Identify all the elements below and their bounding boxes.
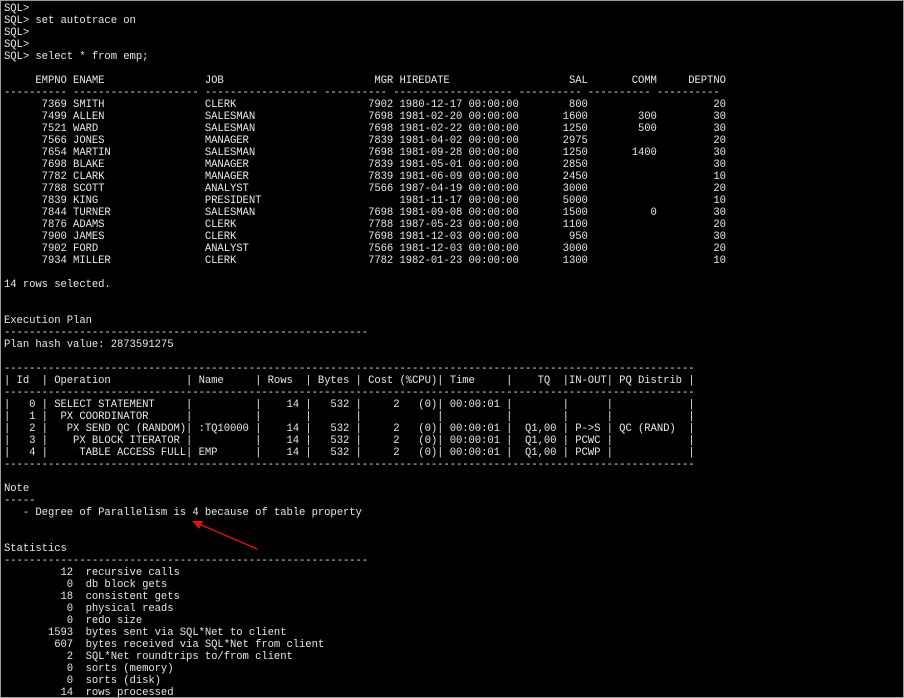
- terminal-line: | 0 | SELECT STATEMENT | | 14 | 532 | 2 …: [4, 399, 695, 411]
- terminal-line: -----: [4, 495, 36, 507]
- terminal-line: 7876 ADAMS CLERK 7788 1987-05-23 00:00:0…: [4, 219, 726, 231]
- terminal-line: 7902 FORD ANALYST 7566 1981-12-03 00:00:…: [4, 243, 726, 255]
- terminal-line: 7788 SCOTT ANALYST 7566 1987-04-19 00:00…: [4, 183, 726, 195]
- terminal-line: SQL> set autotrace on: [4, 15, 136, 27]
- terminal-line: 0 redo size: [4, 615, 143, 627]
- terminal-line: 14 rows processed: [4, 687, 174, 698]
- terminal-line: 7839 KING PRESIDENT 1981-11-17 00:00:00 …: [4, 195, 726, 207]
- terminal-line: 0 sorts (disk): [4, 675, 161, 687]
- terminal-line: Note: [4, 483, 30, 495]
- terminal-line: 7499 ALLEN SALESMAN 7698 1981-02-20 00:0…: [4, 111, 726, 123]
- terminal-line: ----------------------------------------…: [4, 327, 369, 339]
- terminal-line: SQL>: [4, 3, 30, 15]
- terminal-line: EMPNO ENAME JOB MGR HIREDATE SAL COMM DE…: [4, 75, 726, 87]
- terminal-line: Execution Plan: [4, 315, 92, 327]
- terminal-line: Plan hash value: 2873591275: [4, 339, 174, 351]
- terminal-line: 7782 CLARK MANAGER 7839 1981-06-09 00:00…: [4, 171, 726, 183]
- terminal-line: 7900 JAMES CLERK 7698 1981-12-03 00:00:0…: [4, 231, 726, 243]
- terminal-line: 7566 JONES MANAGER 7839 1981-04-02 00:00…: [4, 135, 726, 147]
- terminal-line: 12 recursive calls: [4, 567, 180, 579]
- terminal-line: - Degree of Parallelism is 4 because of …: [4, 507, 362, 519]
- terminal-line: | 1 | PX COORDINATOR | | | | | | | | |: [4, 411, 695, 423]
- terminal-line: 7844 TURNER SALESMAN 7698 1981-09-08 00:…: [4, 207, 726, 219]
- terminal-window[interactable]: SQL> SQL> set autotrace on SQL> SQL> SQL> se…: [0, 0, 904, 698]
- terminal-line: 0 db block gets: [4, 579, 168, 591]
- terminal-line: 18 consistent gets: [4, 591, 180, 603]
- terminal-output: SQL> SQL> set autotrace on SQL> SQL> SQL> se…: [4, 3, 726, 698]
- terminal-line: 7369 SMITH CLERK 7902 1980-12-17 00:00:0…: [4, 99, 726, 111]
- terminal-line: 7654 MARTIN SALESMAN 7698 1981-09-28 00:…: [4, 147, 726, 159]
- terminal-line: SQL> select * from emp;: [4, 51, 149, 63]
- terminal-line: 7698 BLAKE MANAGER 7839 1981-05-01 00:00…: [4, 159, 726, 171]
- terminal-line: | 3 | PX BLOCK ITERATOR | | 14 | 532 | 2…: [4, 435, 695, 447]
- terminal-line: ---------- -------------------- --------…: [4, 87, 720, 99]
- terminal-line: SQL>: [4, 39, 30, 51]
- terminal-line: ----------------------------------------…: [4, 459, 695, 471]
- terminal-line: | 2 | PX SEND QC (RANDOM)| :TQ10000 | 14…: [4, 423, 695, 435]
- terminal-line: SQL>: [4, 27, 30, 39]
- terminal-line: 2 SQL*Net roundtrips to/from client: [4, 651, 293, 663]
- terminal-line: 0 physical reads: [4, 603, 174, 615]
- terminal-line: | Id | Operation | Name | Rows | Bytes |…: [4, 375, 695, 387]
- terminal-line: ----------------------------------------…: [4, 555, 369, 567]
- terminal-line: 14 rows selected.: [4, 279, 111, 291]
- terminal-line: 607 bytes received via SQL*Net from clie…: [4, 639, 325, 651]
- terminal-line: 7934 MILLER CLERK 7782 1982-01-23 00:00:…: [4, 255, 726, 267]
- terminal-line: 1593 bytes sent via SQL*Net to client: [4, 627, 287, 639]
- terminal-line: Statistics: [4, 543, 67, 555]
- terminal-line: | 4 | TABLE ACCESS FULL| EMP | 14 | 532 …: [4, 447, 695, 459]
- terminal-line: 0 sorts (memory): [4, 663, 174, 675]
- terminal-line: ----------------------------------------…: [4, 387, 695, 399]
- terminal-line: 7521 WARD SALESMAN 7698 1981-02-22 00:00…: [4, 123, 726, 135]
- terminal-line: ----------------------------------------…: [4, 363, 695, 375]
